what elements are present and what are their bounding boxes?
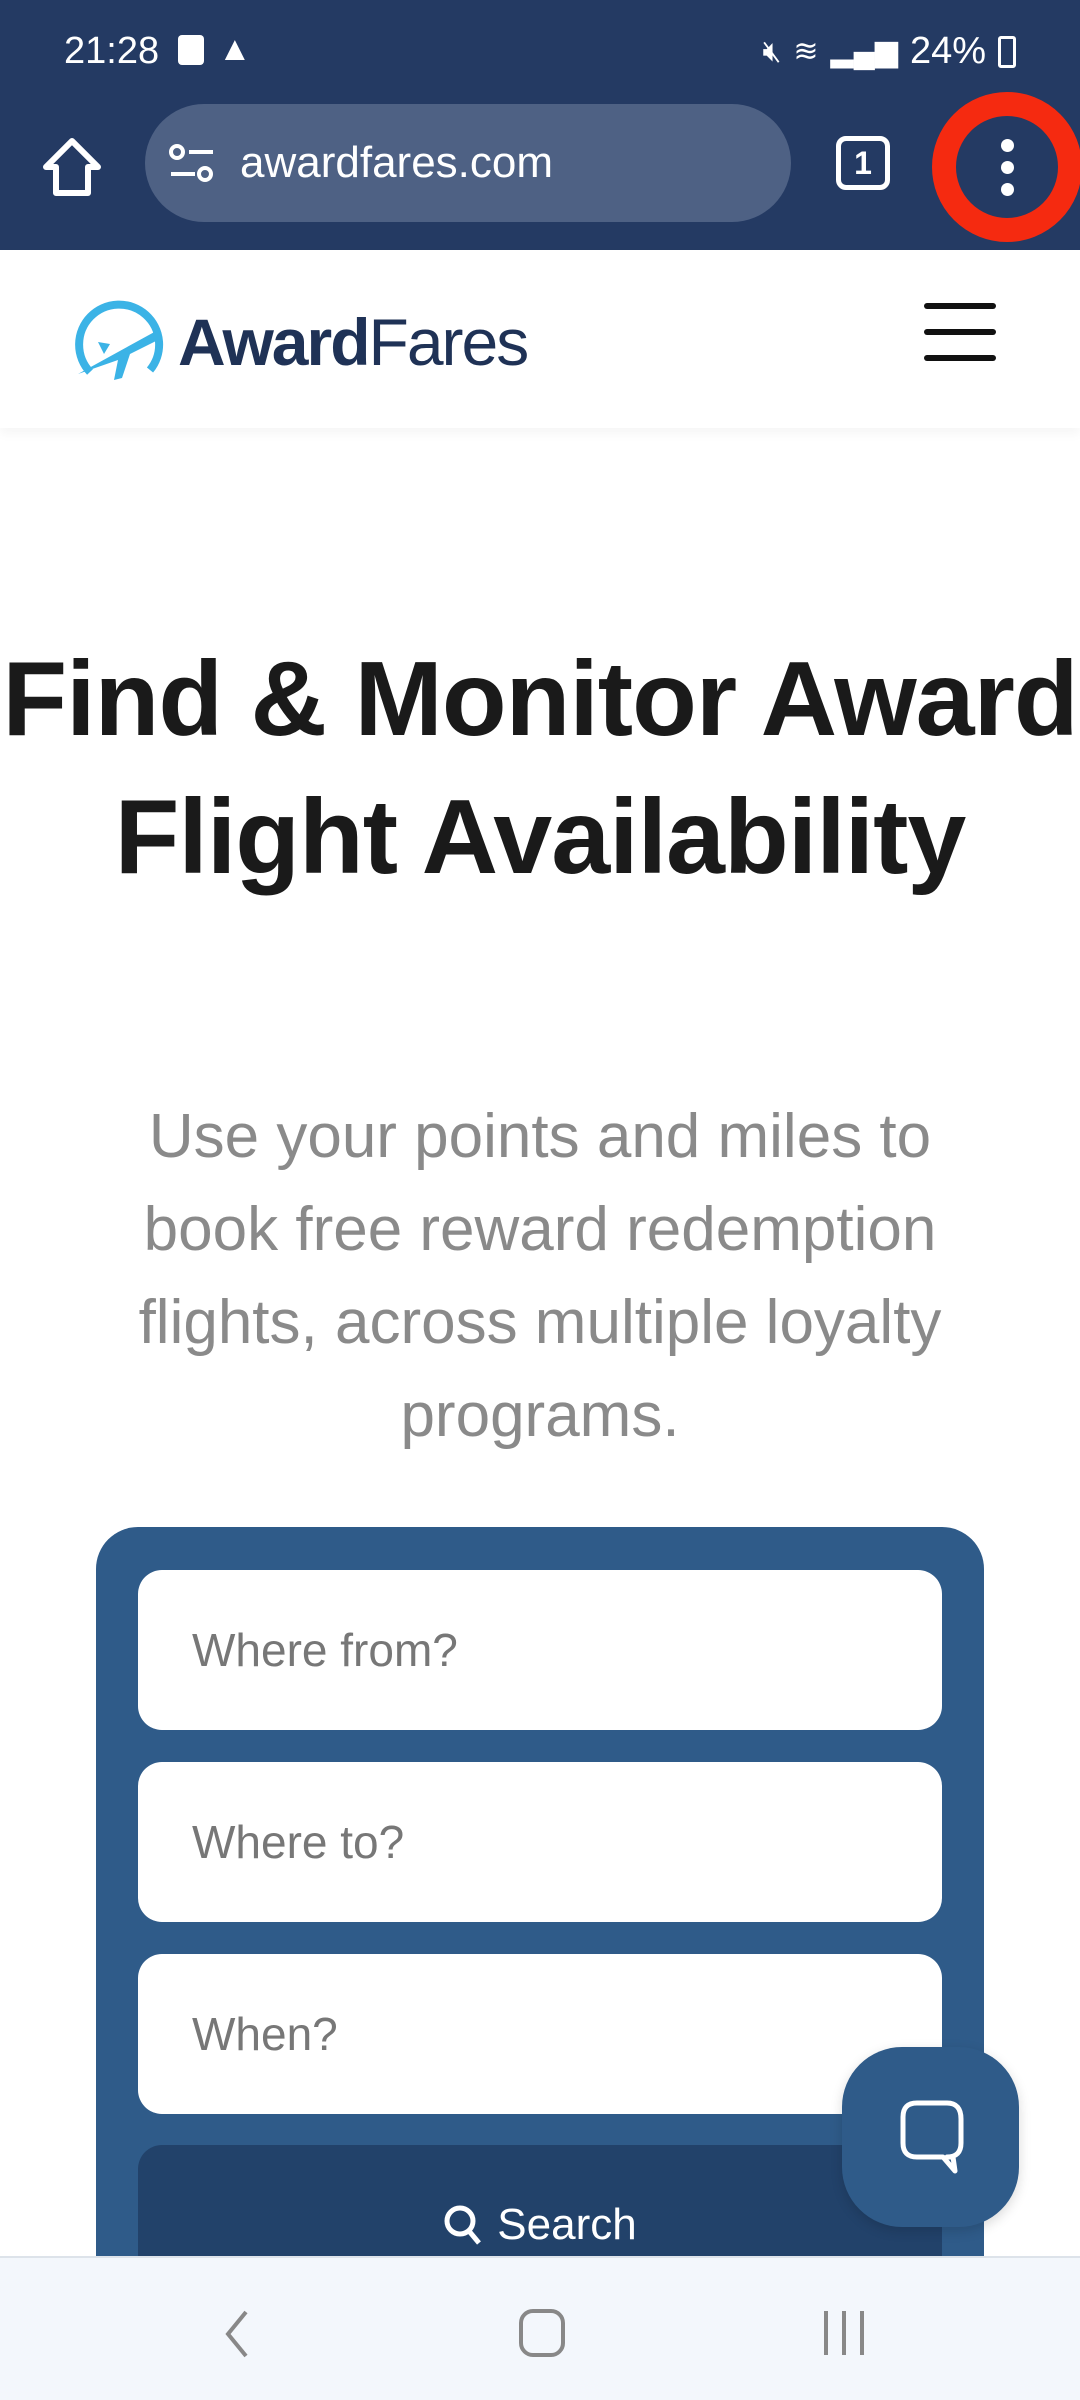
- site-header: AwardFares: [0, 250, 1080, 428]
- status-time: 21:28: [64, 30, 160, 72]
- search-icon: [444, 2205, 482, 2245]
- browser-toolbar: awardfares.com 1: [0, 92, 1080, 250]
- plane-logo-icon: [75, 300, 164, 380]
- origin-input[interactable]: Where from?: [138, 1570, 942, 1730]
- signal-icon: ▂▄▆: [830, 35, 898, 68]
- site-settings-icon[interactable]: [169, 144, 215, 184]
- logo-text-bold: Award: [178, 305, 371, 379]
- more-options-button[interactable]: [932, 92, 1080, 242]
- wifi-icon: ≋: [793, 35, 819, 68]
- recents-icon: [824, 2311, 864, 2355]
- home-nav-button[interactable]: [518, 2308, 566, 2363]
- chat-widget-button[interactable]: [842, 2047, 1019, 2227]
- logo-text-light: Fares: [368, 305, 530, 379]
- back-icon: [225, 2310, 248, 2358]
- mute-icon: 🔇︎: [762, 34, 782, 68]
- recents-button[interactable]: [820, 2308, 868, 2363]
- search-button-label: Search: [497, 2200, 637, 2249]
- search-form: Where from? Where to? When? Search: [96, 1527, 984, 2327]
- address-bar[interactable]: awardfares.com: [145, 104, 791, 222]
- awardfares-logo[interactable]: AwardFares: [70, 292, 530, 392]
- hero-subtitle: Use your points and miles to book free r…: [138, 1102, 942, 1450]
- more-options-icon: [1000, 138, 1014, 152]
- date-input[interactable]: When?: [138, 1954, 942, 2114]
- back-button[interactable]: [222, 2308, 252, 2365]
- system-nav-bar: [0, 2256, 1080, 2400]
- hero-title: Find & Monitor Award Flight Availability: [2, 640, 1078, 896]
- url-text: awardfares.com: [240, 138, 554, 187]
- alarm-icon: [178, 34, 204, 65]
- tab-switcher-button[interactable]: 1: [836, 136, 890, 190]
- destination-input[interactable]: Where to?: [138, 1762, 942, 1922]
- battery-charging-icon: [998, 35, 1016, 68]
- battery-percent: 24%: [909, 30, 986, 72]
- hamburger-menu-icon[interactable]: [924, 303, 996, 361]
- home-icon[interactable]: [40, 135, 104, 199]
- chat-bubble-icon: [900, 2100, 963, 2174]
- warning-icon: ▲: [218, 30, 252, 68]
- status-bar: 21:28 ▲ 🔇︎ ≋ ▂▄▆ 24%: [0, 0, 1080, 100]
- home-nav-icon: [519, 2309, 565, 2357]
